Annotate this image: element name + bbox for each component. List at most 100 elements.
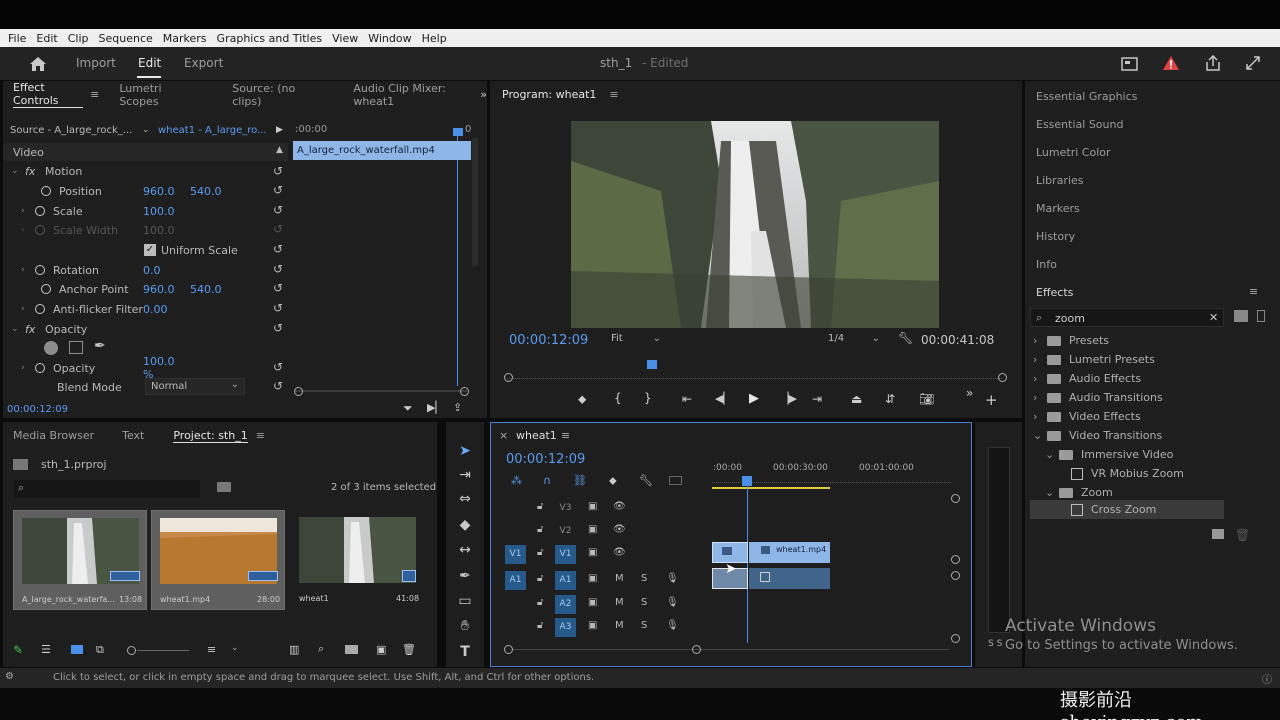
track-v3-label[interactable]: V3: [555, 499, 576, 518]
h-scroll-handle-left[interactable]: [504, 645, 513, 654]
menu-window[interactable]: Window: [368, 32, 411, 45]
clear-search-icon[interactable]: ✕: [1209, 311, 1218, 324]
pencil-icon[interactable]: ✎: [13, 643, 23, 657]
antiflicker-value[interactable]: 0.00: [143, 303, 168, 316]
h-scrollbar-track[interactable]: [511, 649, 949, 650]
mic-icon[interactable]: 🎙︎: [666, 597, 679, 608]
zoom-slider-track[interactable]: [137, 650, 189, 651]
tab-lumetri-scopes[interactable]: Lumetri Scopes: [119, 82, 193, 108]
panel-menu-icon[interactable]: ≡: [256, 429, 265, 442]
project-item-wheat-sequence[interactable]: wheat1 41:08: [289, 510, 423, 610]
ec-current-time[interactable]: 00:00:12:09: [7, 404, 68, 415]
tab-media-browser[interactable]: Media Browser: [13, 429, 94, 442]
tab-audio-clip-mixer[interactable]: Audio Clip Mixer: wheat1: [353, 82, 472, 108]
wrench-icon[interactable]: 🔧︎: [898, 331, 913, 345]
reset-blend-icon[interactable]: ↺: [273, 379, 285, 393]
add-marker-icon[interactable]: ⬥: [578, 392, 586, 407]
source-patch-a1[interactable]: A1: [505, 571, 526, 590]
menu-file[interactable]: File: [8, 32, 26, 45]
panel-info[interactable]: Info: [1036, 258, 1057, 271]
work-area-bar[interactable]: [712, 487, 830, 489]
program-title[interactable]: Program: wheat1: [502, 88, 596, 101]
scale-value[interactable]: 100.0: [143, 205, 175, 218]
meter-solo-label[interactable]: S S: [988, 639, 1002, 649]
sync-lock-icon[interactable]: ▣: [588, 573, 597, 584]
zoom-slider-handle[interactable]: [127, 646, 136, 655]
effects-panel-title[interactable]: Effects: [1036, 286, 1073, 299]
position-y-value[interactable]: 540.0: [190, 185, 222, 198]
eye-icon[interactable]: 👁︎: [613, 501, 626, 512]
stopwatch-icon[interactable]: [35, 304, 45, 314]
opacity-section-row[interactable]: ⌄ fx Opacity: [11, 320, 87, 338]
mic-icon[interactable]: 🎙︎: [666, 573, 679, 584]
track-a2-label[interactable]: A2: [555, 595, 576, 614]
chevron-down-icon[interactable]: ⌄: [1045, 448, 1059, 461]
automate-to-sequence-icon[interactable]: ▥: [289, 643, 299, 656]
a-scroll-handle-bottom[interactable]: [951, 634, 960, 643]
a-scroll-handle-top[interactable]: [951, 571, 960, 580]
slip-tool-icon[interactable]: ↔: [456, 541, 474, 559]
track-v1-label[interactable]: V1: [555, 545, 576, 564]
stopwatch-icon[interactable]: [41, 186, 51, 196]
project-item-wheat-clip[interactable]: wheat1.mp4 28:00: [151, 510, 285, 610]
play-only-audio-icon[interactable]: ▶▏: [427, 401, 444, 414]
ec-scrollbar[interactable]: [472, 138, 478, 266]
chevron-down-icon[interactable]: ⌄: [1045, 486, 1059, 499]
menu-graphics[interactable]: Graphics and Titles: [217, 32, 323, 45]
effects-menu-icon[interactable]: ≡: [1249, 285, 1258, 298]
program-playhead[interactable]: [647, 360, 657, 369]
tab-source[interactable]: Source: (no clips): [232, 82, 315, 108]
timeline-playhead[interactable]: [742, 476, 752, 486]
warning-icon[interactable]: [1162, 55, 1180, 71]
tree-video-transitions[interactable]: ⌄ Video Transitions: [1033, 426, 1162, 445]
new-bin-icon[interactable]: [1234, 310, 1248, 322]
reset-opacity-icon[interactable]: ↺: [273, 360, 285, 374]
chevron-down-icon[interactable]: ⌄: [231, 643, 239, 653]
chevron-down-icon[interactable]: ⌄: [11, 166, 25, 176]
source-patch-v1[interactable]: V1: [505, 545, 526, 564]
tree-audio-effects[interactable]: › Audio Effects: [1033, 369, 1141, 388]
chevron-right-icon[interactable]: ›: [1033, 391, 1047, 404]
step-back-icon[interactable]: ◀▏: [715, 392, 732, 405]
captions-icon[interactable]: [669, 476, 682, 485]
menu-markers[interactable]: Markers: [163, 32, 207, 45]
razor-tool-icon[interactable]: ◆: [456, 516, 474, 534]
add-marker-icon[interactable]: ⬥: [609, 474, 617, 488]
tree-lumetri-presets[interactable]: › Lumetri Presets: [1033, 350, 1155, 369]
close-icon[interactable]: ×: [499, 429, 508, 442]
tab-project[interactable]: Project: sth_1: [173, 429, 248, 443]
program-video-frame[interactable]: [571, 121, 939, 328]
v-scroll-handle-top[interactable]: [951, 494, 960, 503]
find-icon[interactable]: ⌕: [318, 642, 324, 656]
tree-cross-zoom[interactable]: Cross Zoom: [1030, 500, 1224, 519]
checkbox-checked-icon[interactable]: ✓: [144, 244, 156, 256]
mark-out-icon[interactable]: }: [644, 391, 652, 405]
panel-menu-icon[interactable]: ≡: [561, 429, 570, 442]
export-frame-icon[interactable]: 📷︎: [919, 392, 934, 406]
filter-icon[interactable]: ⏷: [403, 401, 413, 416]
stopwatch-icon[interactable]: [41, 284, 51, 294]
motion-row[interactable]: ⌄ fx Motion: [11, 162, 82, 180]
panel-history[interactable]: History: [1036, 230, 1075, 243]
ec-zoom-handle-right[interactable]: [460, 387, 469, 396]
new-bin-icon[interactable]: [345, 645, 358, 654]
chevron-right-icon[interactable]: ›: [1033, 353, 1047, 366]
pen-tool-icon[interactable]: ✒: [456, 567, 474, 585]
sync-lock-icon[interactable]: ▣: [588, 501, 597, 512]
chevron-right-icon[interactable]: ›: [21, 206, 35, 216]
lock-icon[interactable]: 🔓︎: [537, 573, 543, 584]
mute-button[interactable]: M: [615, 620, 624, 631]
new-custom-bin-icon[interactable]: [1212, 529, 1224, 539]
reset-antiflicker-icon[interactable]: ↺: [273, 301, 285, 315]
rotation-value[interactable]: 0.0: [143, 264, 161, 277]
nav-export[interactable]: Export: [184, 56, 223, 70]
ec-zoom-handle-left[interactable]: [294, 387, 303, 396]
button-editor-icon[interactable]: +: [985, 391, 998, 409]
extract-icon[interactable]: ⇵: [885, 392, 895, 406]
track-a3-label[interactable]: A3: [555, 618, 576, 637]
source-dropdown-icon[interactable]: ⌄: [142, 125, 150, 135]
program-zoom-handle-right[interactable]: [998, 373, 1007, 382]
mute-button[interactable]: M: [615, 573, 624, 584]
source-label[interactable]: Source - A_large_rock_...: [10, 125, 132, 136]
tab-menu-icon[interactable]: ≡: [90, 88, 99, 101]
